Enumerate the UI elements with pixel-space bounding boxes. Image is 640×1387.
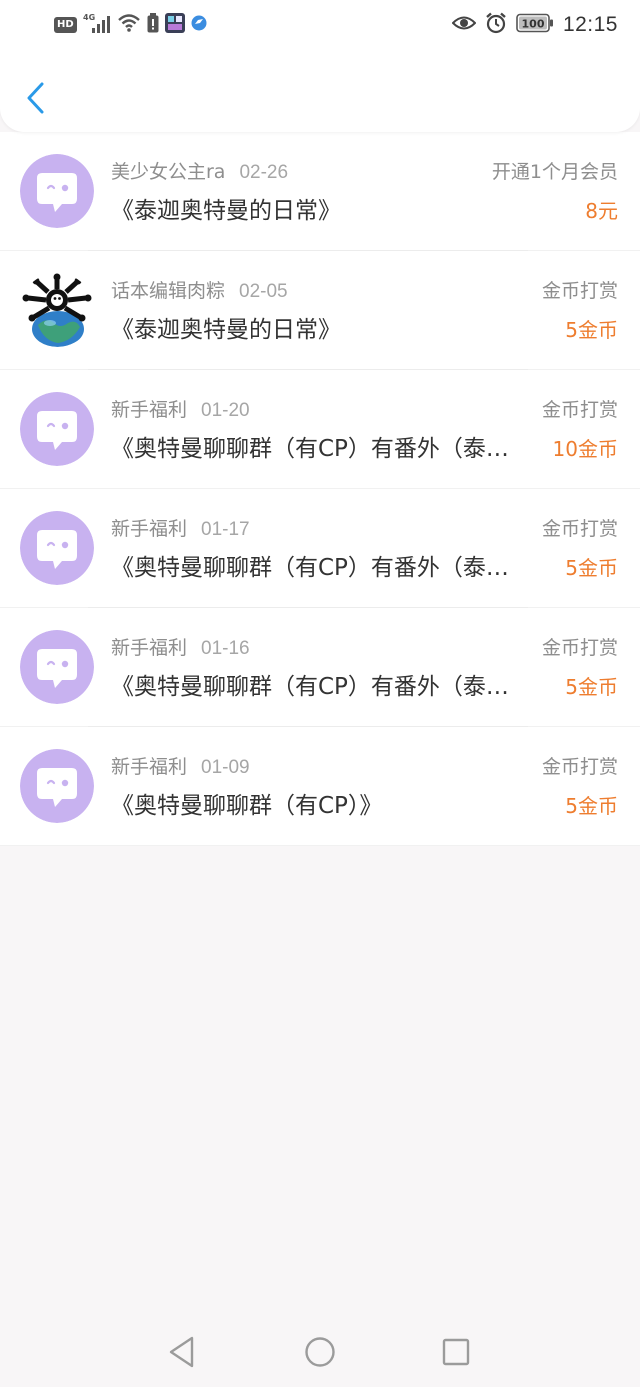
record-date: 01-20: [201, 400, 250, 421]
chat-bubble-icon: [20, 749, 94, 823]
avatar[interactable]: [20, 154, 94, 228]
system-nav-bar: [0, 1316, 640, 1387]
chevron-left-icon: [27, 82, 44, 114]
record-user: 新手福利: [111, 399, 188, 421]
list-item[interactable]: 美少女公主ra 02-26 《泰迦奥特曼的日常》 开通1个月会员 8元: [0, 132, 640, 251]
chat-bubble-icon: [20, 511, 94, 585]
list-item[interactable]: 新手福利 01-20 《奥特曼聊聊群（有CP）有番外（泰… 金币打赏 10金币: [0, 370, 640, 489]
record-type: 金币打赏: [541, 518, 618, 540]
record-date: 01-16: [201, 638, 250, 659]
reward-record-list: 美少女公主ra 02-26 《泰迦奥特曼的日常》 开通1个月会员 8元 话本编辑…: [0, 132, 640, 846]
record-user: 新手福利: [111, 637, 188, 659]
record-user: 美少女公主ra: [111, 161, 226, 183]
list-item[interactable]: 新手福利 01-17 《奥特曼聊聊群（有CP）有番外（泰… 金币打赏 5金币: [0, 489, 640, 608]
network-label: 4G: [83, 13, 95, 22]
avatar[interactable]: [20, 273, 94, 347]
4g-signal-icon: 4G: [83, 12, 111, 38]
nav-recents-button[interactable]: [438, 1334, 474, 1370]
record-date: 01-17: [201, 519, 250, 540]
avatar[interactable]: [20, 392, 94, 466]
back-button[interactable]: [14, 76, 58, 120]
avatar[interactable]: [20, 511, 94, 585]
app-notification-icon: [164, 13, 185, 37]
nav-home-icon: [305, 1337, 335, 1367]
record-title: 《泰迦奥特曼的日常》: [111, 198, 341, 224]
hd-icon: HD: [54, 17, 77, 33]
nav-back-icon: [169, 1336, 194, 1368]
record-date: 02-26: [239, 162, 289, 183]
record-meta: 美少女公主ra 02-26: [111, 160, 288, 185]
record-title: 《奥特曼聊聊群（有CP）》: [111, 793, 383, 819]
chat-bubble-icon: [20, 392, 94, 466]
record-meta: 新手福利 01-09: [111, 755, 250, 780]
record-type: 金币打赏: [541, 756, 618, 778]
record-title: 《奥特曼聊聊群（有CP）有番外（泰…: [111, 674, 509, 700]
record-type: 金币打赏: [541, 280, 618, 302]
nav-home-button[interactable]: [302, 1334, 338, 1370]
record-type: 开通1个月会员: [491, 161, 618, 183]
alarm-icon: [485, 12, 507, 38]
eye-icon: [451, 15, 477, 35]
list-item[interactable]: 新手福利 01-16 《奥特曼聊聊群（有CP）有番外（泰… 金币打赏 5金币: [0, 608, 640, 727]
wifi-icon: [117, 13, 141, 37]
record-meta: 新手福利 01-16: [111, 636, 250, 661]
record-amount: 5金币: [565, 675, 618, 699]
record-date: 02-05: [239, 281, 288, 302]
nav-recents-icon: [442, 1338, 470, 1366]
nav-back-button[interactable]: [164, 1334, 200, 1370]
record-user: 新手福利: [111, 756, 188, 778]
record-amount: 8元: [585, 199, 618, 223]
chat-bubble-icon: [20, 630, 94, 704]
record-type: 金币打赏: [541, 637, 618, 659]
record-meta: 新手福利 01-17: [111, 517, 250, 542]
record-date: 01-09: [201, 757, 250, 778]
status-bar-left: HD 4G: [54, 13, 207, 37]
record-meta: 新手福利 01-20: [111, 398, 250, 423]
chat-bubble-icon: [20, 154, 94, 228]
record-amount: 5金币: [565, 794, 618, 818]
list-item[interactable]: 话本编辑肉粽 02-05 《泰迦奥特曼的日常》 金币打赏 5金币: [0, 251, 640, 370]
record-amount: 5金币: [565, 318, 618, 342]
record-amount: 10金币: [552, 437, 618, 461]
top-panel: HD 4G 100 12:15: [0, 0, 640, 132]
record-title: 《奥特曼聊聊群（有CP）有番外（泰…: [111, 436, 509, 462]
custom-avatar-image: [20, 273, 94, 347]
status-time: 12:15: [562, 13, 618, 36]
battery-level: 100: [521, 18, 544, 31]
battery-saver-icon: [147, 13, 159, 37]
avatar[interactable]: [20, 749, 94, 823]
battery-icon: 100: [516, 13, 554, 37]
record-type: 金币打赏: [541, 399, 618, 421]
status-bar: HD 4G 100 12:15: [0, 0, 640, 52]
record-user: 新手福利: [111, 518, 188, 540]
avatar[interactable]: [20, 630, 94, 704]
list-item[interactable]: 新手福利 01-09 《奥特曼聊聊群（有CP）》 金币打赏 5金币: [0, 727, 640, 846]
record-amount: 5金币: [565, 556, 618, 580]
record-title: 《泰迦奥特曼的日常》: [111, 317, 341, 343]
record-meta: 话本编辑肉粽 02-05: [111, 279, 288, 304]
app-notification-icon: [191, 15, 207, 35]
status-bar-right: 100 12:15: [451, 11, 618, 39]
record-user: 话本编辑肉粽: [111, 280, 226, 302]
record-title: 《奥特曼聊聊群（有CP）有番外（泰…: [111, 555, 509, 581]
